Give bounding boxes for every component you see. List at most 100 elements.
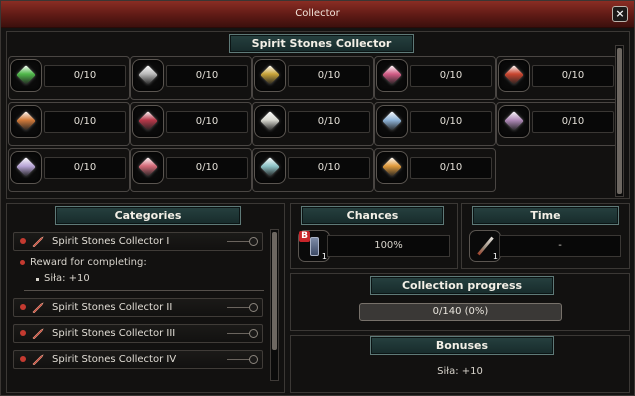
category-expand-knob[interactable] [249, 355, 258, 364]
vial-icon [310, 237, 319, 256]
category-connector [227, 307, 249, 308]
collector-item-slot[interactable] [498, 105, 530, 138]
violet-stone-icon [504, 111, 524, 131]
bonuses-header: Bonuses [370, 336, 554, 355]
category-item[interactable]: Spirit Stones Collector II [13, 298, 263, 317]
quill-icon [32, 302, 44, 314]
collector-item-slot[interactable] [132, 105, 164, 138]
collector-item[interactable]: 0/10 [252, 148, 374, 192]
collector-item-slot[interactable] [10, 151, 42, 184]
category-connector [227, 359, 249, 360]
category-item[interactable]: Spirit Stones Collector IV [13, 350, 263, 369]
collector-item-count: 0/10 [532, 111, 614, 133]
category-expand-knob[interactable] [249, 329, 258, 338]
collector-item-slot[interactable] [132, 151, 164, 184]
category-marker-icon [20, 238, 26, 244]
collector-item-slot[interactable] [376, 151, 408, 184]
collector-grid: 0/10 0/10 0/10 0/10 0/10 0/10 0/10 0/10 0/10 0/10… [8, 56, 618, 198]
collector-item[interactable]: 0/10 [252, 56, 374, 100]
time-qty: 1 [492, 252, 498, 261]
bonuses-text: Siła: +10 [437, 366, 483, 377]
green-stone-icon [16, 65, 36, 85]
chances-header: Chances [301, 206, 444, 225]
category-label: Spirit Stones Collector III [52, 328, 176, 339]
category-label: Spirit Stones Collector I [52, 236, 170, 247]
collector-item-slot[interactable] [498, 59, 530, 92]
collector-item[interactable]: 0/10 [496, 56, 618, 100]
collector-item-slot[interactable] [376, 105, 408, 138]
collector-item[interactable]: 0/10 [130, 56, 252, 100]
category-marker-icon [20, 356, 26, 362]
collector-item-slot[interactable] [132, 59, 164, 92]
time-item-slot[interactable]: 1 [469, 230, 501, 262]
window-title: Collector [295, 8, 340, 19]
collector-item[interactable]: 0/10 [496, 102, 618, 146]
collector-item-count: 0/10 [166, 65, 248, 87]
chance-badge: B [299, 231, 310, 242]
chance-value: 100% [327, 235, 450, 257]
category-label: Spirit Stones Collector II [52, 302, 173, 313]
category-item[interactable]: Spirit Stones Collector III [13, 324, 263, 343]
category-connector [227, 333, 249, 334]
collector-item-slot[interactable] [254, 105, 286, 138]
red-stone-icon [504, 65, 524, 85]
progress-bar: 0/140 (0%) [359, 303, 562, 321]
collector-header: Spirit Stones Collector [229, 34, 414, 53]
pink-stone-icon [382, 65, 402, 85]
collector-item-slot[interactable] [10, 105, 42, 138]
category-expand-knob[interactable] [249, 303, 258, 312]
collector-item[interactable]: 0/10 [130, 102, 252, 146]
collector-item[interactable]: 0/10 [252, 102, 374, 146]
collector-item-slot[interactable] [254, 59, 286, 92]
collector-item-slot[interactable] [254, 151, 286, 184]
collector-item-count: 0/10 [410, 65, 492, 87]
lavender-stone-icon [16, 157, 36, 177]
collector-item[interactable]: 0/10 [130, 148, 252, 192]
quill-icon [32, 236, 44, 248]
category-marker-icon [20, 330, 26, 336]
collector-item-slot[interactable] [376, 59, 408, 92]
quill-icon [32, 354, 44, 366]
amber-stone-icon [382, 157, 402, 177]
crimson-stone-icon [138, 111, 158, 131]
collector-window: Collector × Spirit Stones Collector 0/10… [0, 0, 635, 396]
collector-item-count: 0/10 [288, 111, 370, 133]
collector-item-count: 0/10 [166, 157, 248, 179]
category-connector [227, 241, 249, 242]
white-stone-icon [260, 111, 280, 131]
collector-item-count: 0/10 [410, 157, 492, 179]
collector-item-slot[interactable] [10, 59, 42, 92]
collector-scrollbar[interactable] [615, 45, 624, 197]
time-header: Time [472, 206, 619, 225]
collector-item[interactable]: 0/10 [8, 148, 130, 192]
close-button[interactable]: × [612, 6, 628, 22]
quill-icon [32, 328, 44, 340]
categories-header: Categories [55, 206, 241, 225]
collector-scroll-thumb[interactable] [617, 48, 622, 194]
categories-scrollbar[interactable] [270, 229, 279, 381]
collector-item[interactable]: 0/10 [374, 148, 496, 192]
category-expand-knob[interactable] [249, 237, 258, 246]
collector-item-count: 0/10 [532, 65, 614, 87]
teal-stone-icon [260, 157, 280, 177]
reward-section: Reward for completing: Siła: +10 [18, 257, 268, 293]
collector-item-count: 0/10 [44, 111, 126, 133]
blue-stone-icon [382, 111, 402, 131]
collector-item[interactable]: 0/10 [8, 102, 130, 146]
chance-item-slot[interactable]: B 1 [298, 230, 330, 262]
orange-stone-icon [16, 111, 36, 131]
collector-item[interactable]: 0/10 [374, 102, 496, 146]
category-label: Spirit Stones Collector IV [52, 354, 177, 365]
collector-item-count: 0/10 [44, 157, 126, 179]
collector-item[interactable]: 0/10 [374, 56, 496, 100]
collector-item-count: 0/10 [288, 65, 370, 87]
categories-scroll-thumb[interactable] [272, 232, 277, 350]
category-item[interactable]: Spirit Stones Collector I [13, 232, 263, 251]
collector-item[interactable]: 0/10 [8, 56, 130, 100]
progress-header: Collection progress [370, 276, 554, 295]
title-bar[interactable]: Collector × [1, 1, 634, 28]
category-marker-icon [20, 304, 26, 310]
reward-bullet [36, 278, 39, 281]
collector-item-count: 0/10 [288, 157, 370, 179]
reward-title: Reward for completing: [30, 257, 147, 268]
